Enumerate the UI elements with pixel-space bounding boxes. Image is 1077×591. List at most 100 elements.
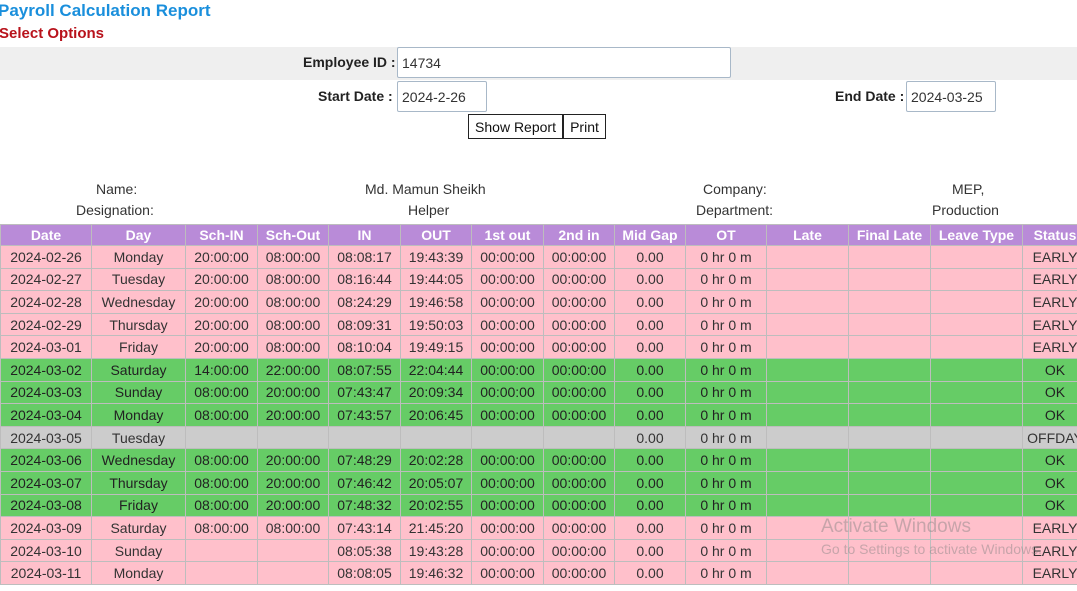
table-cell: 08:00:00 <box>185 380 258 405</box>
table-cell: Monday <box>91 561 186 585</box>
table-cell: 07:48:29 <box>328 448 401 472</box>
column-header: Day <box>91 224 186 246</box>
table-cell: Wednesday <box>91 448 186 472</box>
table-cell <box>766 470 849 495</box>
table-cell <box>471 425 544 450</box>
table-cell <box>848 493 931 518</box>
table-cell: 2024-03-01 <box>0 335 92 359</box>
table-row: 2024-02-29 Thursday 20:00:00 08:00:00 08:09:… <box>0 312 1077 337</box>
table-cell <box>400 425 472 450</box>
table-cell: 08:00:00 <box>185 516 258 540</box>
table-cell: 19:46:58 <box>400 290 472 314</box>
table-cell: 19:50:03 <box>400 312 472 337</box>
table-cell: 0.00 <box>614 470 686 495</box>
table-cell: 00:00:00 <box>471 516 544 540</box>
table-cell: 2024-02-29 <box>0 312 92 337</box>
table-cell: 08:00:00 <box>257 312 329 337</box>
table-cell: 19:46:32 <box>400 561 472 585</box>
table-cell <box>766 380 849 405</box>
table-cell: 00:00:00 <box>471 561 544 585</box>
table-cell: EARLY <box>1022 312 1077 337</box>
table-cell: 0 hr 0 m <box>685 245 767 269</box>
table-cell: 0 hr 0 m <box>685 312 767 337</box>
table-cell: 00:00:00 <box>543 380 615 405</box>
table-cell: 00:00:00 <box>471 357 544 382</box>
table-cell <box>257 538 329 563</box>
start-date-input[interactable]: 2024-2-26 <box>397 81 487 112</box>
table-cell: 08:00:00 <box>257 267 329 292</box>
table-cell: OK <box>1022 493 1077 518</box>
table-row: 2024-03-07 Thursday 08:00:00 20:00:00 07:46:… <box>0 470 1077 495</box>
table-cell: 0.00 <box>614 357 686 382</box>
column-header: Status <box>1022 224 1077 246</box>
table-cell: 20:00:00 <box>257 380 329 405</box>
table-cell: 00:00:00 <box>471 470 544 495</box>
table-cell: 0 hr 0 m <box>685 470 767 495</box>
end-date-label: End Date : <box>835 88 905 104</box>
column-header: Date <box>0 224 92 246</box>
table-cell: 08:16:44 <box>328 267 401 292</box>
print-button[interactable]: Print <box>563 114 606 139</box>
section-title: Select Options <box>0 25 105 42</box>
column-header: OT <box>685 224 767 246</box>
show-report-button[interactable]: Show Report <box>468 114 563 139</box>
table-cell: 2024-03-10 <box>0 538 92 563</box>
table-cell: 07:43:57 <box>328 403 401 427</box>
table-cell: OK <box>1022 403 1077 427</box>
table-cell: OK <box>1022 448 1077 472</box>
table-cell: 00:00:00 <box>543 493 615 518</box>
designation-label: Designation: <box>76 202 154 218</box>
table-cell: Sunday <box>91 380 186 405</box>
table-cell: 00:00:00 <box>471 267 544 292</box>
table-cell <box>766 245 849 269</box>
table-cell <box>185 538 258 563</box>
table-cell <box>766 290 849 314</box>
table-cell: 22:04:44 <box>400 357 472 382</box>
column-header: Leave Type <box>930 224 1023 246</box>
table-cell <box>930 357 1023 382</box>
table-cell: OK <box>1022 470 1077 495</box>
table-cell: 08:24:29 <box>328 290 401 314</box>
table-cell: 20:00:00 <box>257 470 329 495</box>
table-cell: 08:00:00 <box>257 335 329 359</box>
table-cell: OK <box>1022 357 1077 382</box>
table-cell: 0 hr 0 m <box>685 493 767 518</box>
table-cell <box>930 493 1023 518</box>
table-cell <box>766 448 849 472</box>
table-cell <box>185 561 258 585</box>
table-cell <box>930 403 1023 427</box>
column-header: Sch-IN <box>185 224 258 246</box>
table-cell <box>766 493 849 518</box>
table-cell: 0.00 <box>614 312 686 337</box>
table-cell: 0 hr 0 m <box>685 357 767 382</box>
table-row: 2024-03-01 Friday 20:00:00 08:00:00 08:10:04… <box>0 335 1077 359</box>
table-cell: 00:00:00 <box>543 516 615 540</box>
table-cell: Wednesday <box>91 290 186 314</box>
table-header-row: Date Day Sch-IN Sch-Out IN OUT 1st out 2nd in Mi… <box>0 224 1077 246</box>
activation-watermark: Activate Windows <box>821 516 971 537</box>
table-cell: 0 hr 0 m <box>685 335 767 359</box>
table-cell: 07:46:42 <box>328 470 401 495</box>
table-cell: EARLY <box>1022 516 1077 540</box>
table-cell <box>766 267 849 292</box>
table-cell: 0.00 <box>614 267 686 292</box>
table-cell: 08:08:17 <box>328 245 401 269</box>
table-cell: 00:00:00 <box>543 561 615 585</box>
department-label: Department: <box>696 202 774 218</box>
employee-id-input[interactable]: 14734 <box>397 47 731 78</box>
table-cell: 0.00 <box>614 538 686 563</box>
table-cell: OK <box>1022 380 1077 405</box>
table-cell: 2024-03-11 <box>0 561 92 585</box>
table-cell: 00:00:00 <box>471 493 544 518</box>
table-row: 2024-03-06 Wednesday 08:00:00 20:00:00 07:48… <box>0 448 1077 472</box>
table-cell <box>930 380 1023 405</box>
table-cell: Saturday <box>91 516 186 540</box>
end-date-input[interactable]: 2024-03-25 <box>906 81 996 112</box>
table-cell: Thursday <box>91 312 186 337</box>
table-cell: 0 hr 0 m <box>685 380 767 405</box>
table-cell <box>848 267 931 292</box>
table-cell <box>930 290 1023 314</box>
table-cell: 20:00:00 <box>185 312 258 337</box>
start-date-label: Start Date : <box>318 88 393 104</box>
column-header: Mid Gap <box>614 224 686 246</box>
